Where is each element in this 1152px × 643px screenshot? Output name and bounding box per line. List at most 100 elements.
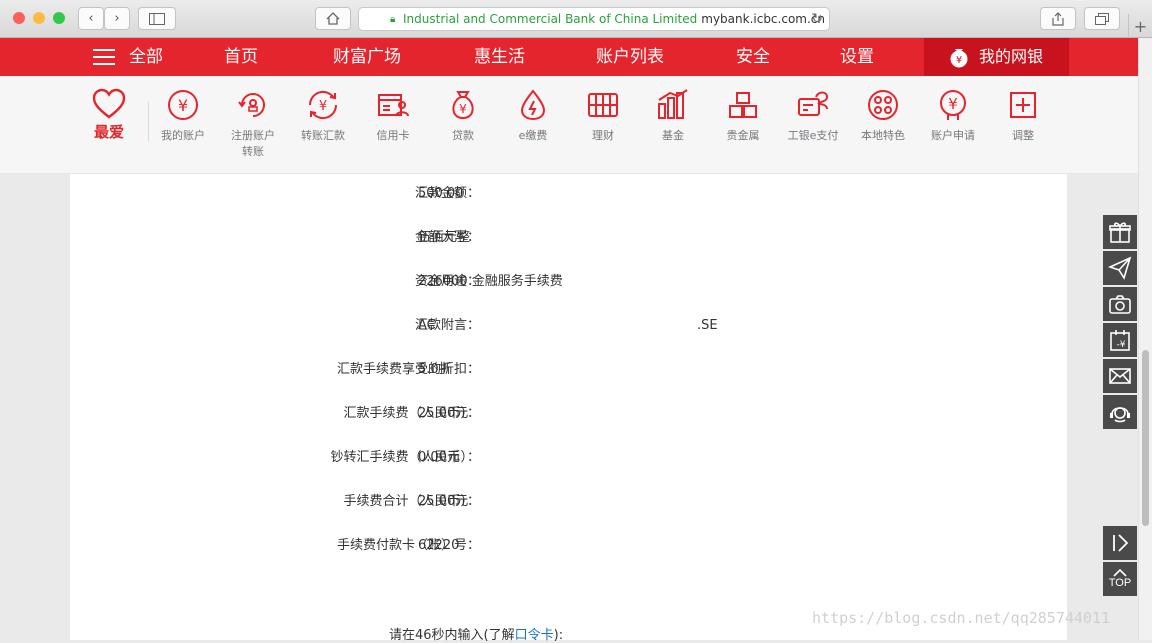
otp-prompt-text: 请在46秒内输入(了解 (389, 628, 515, 643)
shortcut-wealth[interactable]: 理财 (568, 88, 638, 144)
paper-plane-icon (1108, 256, 1132, 280)
favorite-label: 最爱 (93, 123, 124, 141)
send-button[interactable] (1103, 251, 1137, 285)
shortcut-label: 本地特色 (861, 129, 905, 142)
favorite-button[interactable]: 最爱 (74, 88, 144, 140)
shortcut-label: 注册账户 转账 (231, 129, 275, 158)
nav-security[interactable]: 安全 (736, 38, 770, 76)
shortcut-fund[interactable]: 基金 (638, 88, 708, 144)
gift-button[interactable] (1103, 215, 1137, 249)
value-cash-fee: 0.00元 (418, 450, 460, 465)
row-amount-words: 金额大写： 伍佰元整 (70, 227, 1067, 249)
shortcut-loan[interactable]: ¥ 贷款 (428, 88, 498, 144)
shortcut-label: 调整 (1012, 129, 1034, 142)
scrollbar-thumb[interactable] (1142, 350, 1149, 526)
browser-toolbar: ‹ › 🔒︎ Industrial and Commercial Bank of… (0, 0, 1152, 38)
value-fee-total: 25.00元 (418, 494, 469, 509)
shortcut-my-account[interactable]: ¥ 我的账户 (148, 88, 218, 144)
forward-button[interactable]: › (104, 7, 130, 30)
camera-icon (1109, 295, 1131, 314)
address-bar[interactable]: 🔒︎ Industrial and Commercial Bank of Chi… (358, 7, 830, 31)
chevron-up-icon (1113, 569, 1127, 577)
close-window-icon[interactable] (13, 12, 25, 24)
lock-icon: 🔒︎ (390, 14, 396, 25)
shortcut-label: 我的账户 (161, 129, 205, 142)
maximize-window-icon[interactable] (53, 12, 65, 24)
shortcut-register-transfer[interactable]: 注册账户 转账 (218, 88, 288, 160)
home-button[interactable] (315, 7, 351, 30)
back-to-top-button[interactable]: TOP (1103, 562, 1137, 596)
shortcut-label: 基金 (662, 129, 684, 142)
row-fee-card: 手续费付款卡（账）号： 62220 (70, 535, 1067, 557)
droplet-icon (520, 89, 546, 121)
shortcut-label: 账户申请 (931, 129, 975, 142)
bar-chart-icon (658, 89, 688, 119)
remit-icon: ¥ (308, 90, 338, 120)
back-button[interactable]: ‹ (78, 7, 104, 30)
shortcut-label: e缴费 (518, 129, 548, 142)
vertical-scrollbar[interactable] (1138, 38, 1152, 640)
floating-toolbar: -¥ (1103, 215, 1137, 431)
shortcut-label: 贷款 (452, 129, 474, 142)
apply-icon: ¥ (940, 90, 966, 120)
new-tab-button[interactable]: + (1128, 14, 1152, 38)
nav-home[interactable]: 首页 (224, 38, 258, 76)
menu-icon[interactable] (93, 49, 115, 66)
share-icon (1052, 11, 1064, 26)
camera-button[interactable] (1103, 287, 1137, 321)
nav-all[interactable]: 全部 (129, 38, 163, 76)
shortcut-label: 工银e支付 (787, 129, 839, 142)
otp-card-link[interactable]: 口令卡 (515, 628, 554, 643)
value-fee: 25.00元 (418, 406, 469, 421)
shortcut-precious-metal[interactable]: 贵金属 (708, 88, 778, 144)
shortcut-adjust[interactable]: 调整 (988, 88, 1058, 144)
value-purpose: 226000 金融服务手续费 (418, 274, 563, 289)
calendar-button[interactable]: -¥ (1103, 323, 1137, 357)
shortcut-bar: 最爱 ¥ 我的账户 注册账户 转账 ¥ 转账汇款 信用卡 ¥ 贷款 e缴费 理财… (0, 76, 1138, 174)
shortcut-label: 转账汇款 (301, 129, 345, 142)
shortcut-label: 贵金属 (726, 129, 760, 142)
row-amount: 汇款金额： 500.00 (70, 183, 1067, 205)
url-domain: mybank.icbc.com.cn (701, 12, 825, 26)
svg-text:¥: ¥ (319, 99, 327, 114)
otp-prompt: 请在46秒内输入(了解口令卡): (389, 624, 563, 643)
floating-toolbar-bottom: TOP (1103, 526, 1137, 598)
customer-service-button[interactable] (1103, 395, 1137, 429)
shortcut-label: 理财 (592, 129, 614, 142)
row-purpose: 资金用途： 226000 金融服务手续费 (70, 271, 1067, 293)
collapse-arrow-icon (1113, 534, 1129, 552)
share-button[interactable] (1040, 7, 1076, 30)
mail-button[interactable] (1103, 359, 1137, 393)
local-icon (868, 90, 898, 120)
minimize-window-icon[interactable] (33, 12, 45, 24)
svg-text:-¥: -¥ (1117, 340, 1126, 350)
shortcut-icbc-epay[interactable]: 工银e支付 (778, 88, 848, 144)
shortcut-epay-bill[interactable]: e缴费 (498, 88, 568, 144)
shortcut-account-apply[interactable]: ¥ 账户申请 (918, 88, 988, 144)
collapse-button[interactable] (1103, 526, 1137, 560)
nav-settings[interactable]: 设置 (840, 38, 874, 76)
value-remark: AC (418, 318, 436, 333)
tabs-button[interactable] (1084, 7, 1120, 30)
watermark-text: https://blog.csdn.net/qq285744011 (812, 609, 1111, 627)
row-fee: 汇款手续费（人民币）： 25.00元 (70, 403, 1067, 425)
row-cash-fee: 钞转汇手续费（人民币）： 0.00元 (70, 447, 1067, 469)
shortcut-label: 信用卡 (376, 129, 410, 142)
svg-text:¥: ¥ (178, 96, 188, 115)
calendar-yen-icon: -¥ (1110, 330, 1130, 351)
plus-square-icon (1010, 92, 1036, 118)
shortcut-transfer[interactable]: ¥ 转账汇款 (288, 88, 358, 144)
gold-bars-icon (729, 92, 757, 118)
gift-icon (1109, 222, 1131, 243)
sidebar-button[interactable] (138, 7, 176, 30)
my-bank-button[interactable]: ¥ 我的网银 (924, 38, 1069, 76)
shortcut-credit-card[interactable]: 信用卡 (358, 88, 428, 144)
value-amount: 500.00 (418, 186, 464, 201)
reload-icon[interactable]: ↻ (811, 11, 823, 27)
nav-accounts[interactable]: 账户列表 (596, 38, 664, 76)
money-bag-icon: ¥ (950, 49, 968, 68)
nav-wealth[interactable]: 财富广场 (333, 38, 401, 76)
home-icon (326, 12, 340, 25)
nav-life[interactable]: 惠生活 (474, 38, 525, 76)
shortcut-local[interactable]: 本地特色 (848, 88, 918, 144)
